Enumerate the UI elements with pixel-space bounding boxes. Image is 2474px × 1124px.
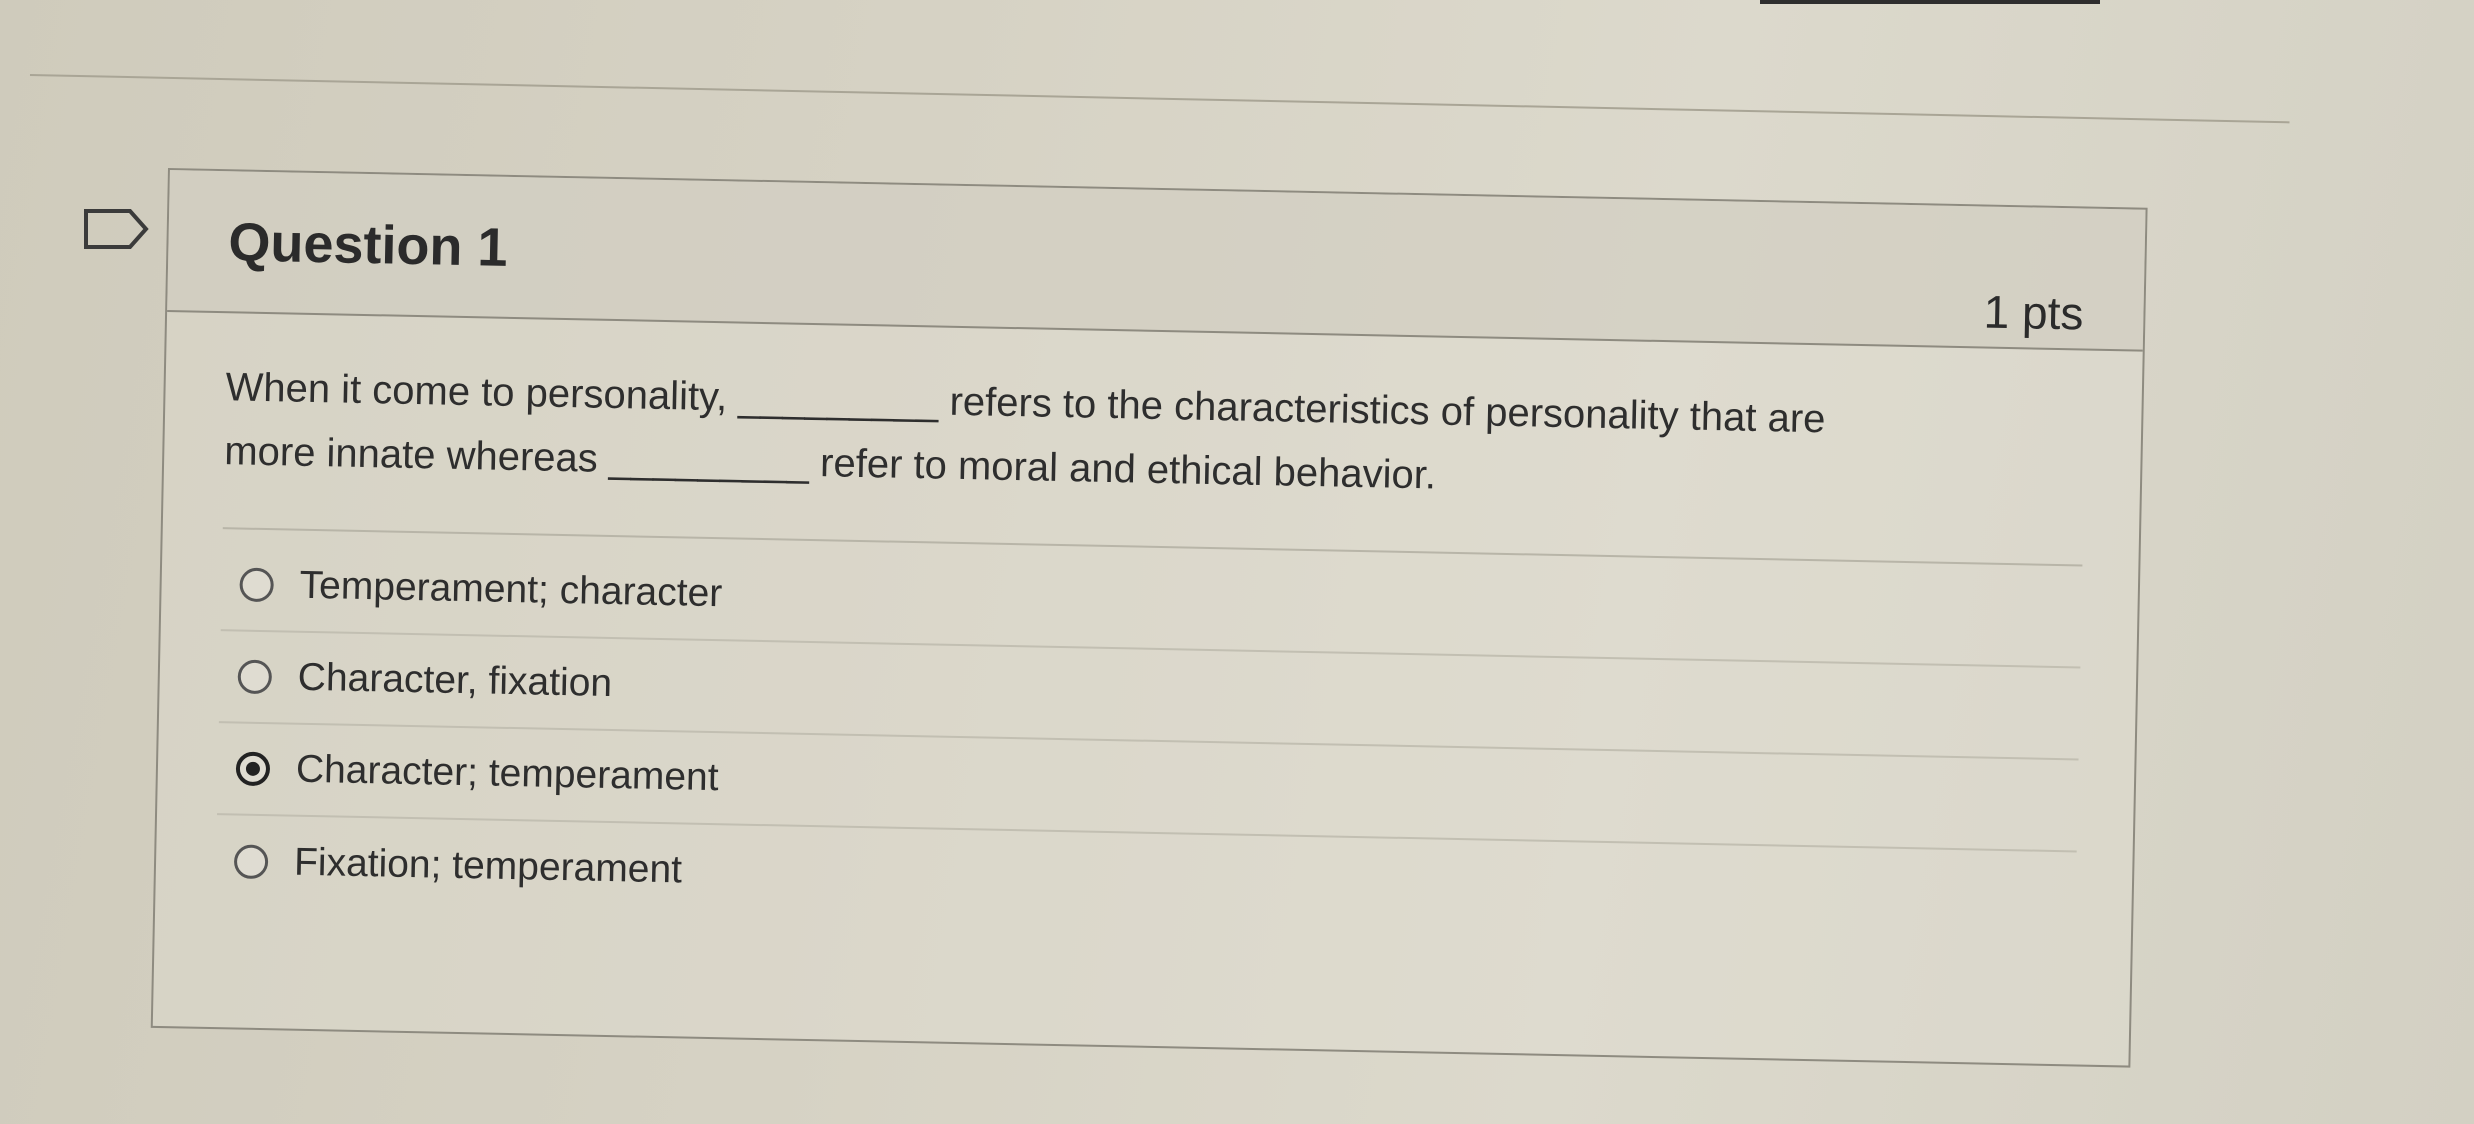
radio-button-icon[interactable]: [233, 844, 269, 880]
answer-label: Character, fixation: [297, 655, 613, 706]
radio-button-icon[interactable]: [239, 567, 274, 603]
question-body: When it come to personality, _________ r…: [155, 312, 2143, 946]
question-card: Question 1 1 pts When it come to persona…: [150, 168, 2148, 1068]
flag-question-icon[interactable]: [82, 207, 152, 251]
page-divider: [29, 74, 2290, 124]
question-text: When it come to personality, _________ r…: [224, 355, 2076, 520]
question-points: 1 pts: [1983, 285, 2084, 340]
top-edge-link-underline: [1760, 0, 2100, 10]
answer-label: Fixation; temperament: [293, 840, 683, 892]
radio-button-icon[interactable]: [237, 659, 273, 695]
question-title: Question 1: [227, 212, 509, 278]
answer-list: Temperament; character Character, fixati…: [215, 539, 2083, 944]
radio-button-selected-icon[interactable]: [235, 751, 271, 787]
answer-label: Character; temperament: [295, 747, 719, 800]
answer-label: Temperament; character: [299, 563, 723, 616]
